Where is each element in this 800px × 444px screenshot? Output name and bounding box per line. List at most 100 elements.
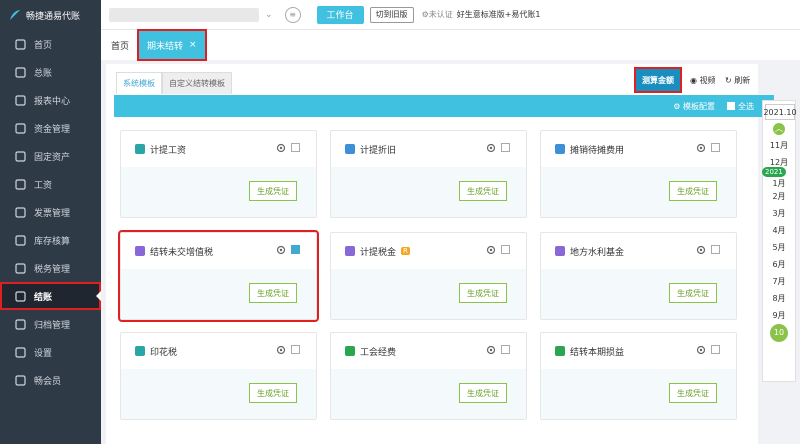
- gear-icon[interactable]: [485, 142, 497, 154]
- generate-voucher-button[interactable]: 生成凭证: [459, 181, 507, 201]
- gear-icon[interactable]: [275, 142, 287, 154]
- tab-period-end[interactable]: 期末结转 ×: [137, 29, 207, 61]
- card-header: 地方水利基金: [541, 233, 736, 269]
- sidebar-item-10[interactable]: 归档管理: [0, 310, 101, 338]
- generate-voucher-button[interactable]: 生成凭证: [669, 283, 717, 303]
- generate-voucher-button[interactable]: 生成凭证: [459, 383, 507, 403]
- auth-status[interactable]: ⚙未认证: [422, 9, 453, 20]
- month-item[interactable]: 9月: [763, 307, 795, 324]
- template-config-link[interactable]: ⚙ 模板配置: [673, 101, 715, 112]
- topbar: ⌄ ≡ 工作台 切到旧版 ⚙未认证 好生意标准版+易代账1: [101, 0, 800, 30]
- card-checkbox[interactable]: [501, 245, 510, 254]
- template-icon: [135, 144, 145, 154]
- sidebar-item-8[interactable]: 税务管理: [0, 254, 101, 282]
- card-checkbox[interactable]: [711, 245, 720, 254]
- card-checkbox[interactable]: [291, 143, 300, 152]
- tab-home[interactable]: 首页: [101, 30, 139, 60]
- menu-icon[interactable]: ≡: [284, 6, 301, 23]
- tab-custom-template[interactable]: 自定义结转模板: [162, 72, 232, 94]
- generate-voucher-button[interactable]: 生成凭证: [249, 383, 297, 403]
- template-icon: [345, 346, 355, 356]
- card-body: 生成凭证: [331, 269, 526, 319]
- gear-icon[interactable]: [695, 244, 707, 256]
- card-body: 生成凭证: [541, 369, 736, 419]
- company-select[interactable]: [109, 7, 259, 22]
- month-label: 7月: [772, 277, 786, 286]
- current-period[interactable]: 2021.10: [763, 104, 797, 120]
- card-checkbox[interactable]: [291, 245, 300, 254]
- month-item[interactable]: 2月: [763, 188, 795, 205]
- generate-voucher-button[interactable]: 生成凭证: [249, 181, 297, 201]
- card-body: 生成凭证: [331, 167, 526, 217]
- month-label: 1月: [772, 179, 786, 188]
- workbench-button[interactable]: 工作台: [316, 5, 364, 24]
- sidebar-item-5[interactable]: 工资: [0, 170, 101, 198]
- switch-old-button[interactable]: 切到旧版: [369, 6, 414, 23]
- month-list: ︿ 11月 12月 2021 1月 2月 3月 4月 5月 6月 7月 8月 9月 10月: [762, 120, 795, 355]
- tab-bar: 首页 期末结转 ×: [101, 29, 800, 61]
- gear-icon[interactable]: [695, 142, 707, 154]
- plan-label: 好生意标准版+易代账1: [456, 10, 541, 19]
- month-label: 9月: [772, 311, 786, 320]
- month-label: 8月: [772, 294, 786, 303]
- ledger-icon: [14, 66, 26, 78]
- gear-icon[interactable]: [275, 244, 287, 256]
- card-title: 计提折旧: [360, 145, 397, 156]
- card-header: 印花税: [121, 333, 316, 369]
- month-item[interactable]: 5月: [763, 239, 795, 256]
- select-all-checkbox[interactable]: [727, 102, 735, 110]
- sidebar-item-3[interactable]: 资金管理: [0, 114, 101, 142]
- refresh-link[interactable]: ↻ 刷新: [725, 75, 750, 86]
- month-label: 12月: [769, 158, 789, 167]
- chevron-down-icon[interactable]: ⌄: [265, 10, 273, 20]
- template-card: 结转未交增值税 生成凭证: [118, 230, 319, 322]
- year-badge: 2021: [762, 167, 786, 177]
- sidebar-item-7[interactable]: 库存核算: [0, 226, 101, 254]
- scroll-up-button[interactable]: ︿: [763, 120, 795, 137]
- gear-icon[interactable]: [485, 344, 497, 356]
- month-item[interactable]: 4月: [763, 222, 795, 239]
- sidebar-item-2[interactable]: 报表中心: [0, 86, 101, 114]
- current-month-item[interactable]: 10月: [763, 324, 795, 355]
- tax-icon: [14, 262, 26, 274]
- sidebar-item-label: 资金管理: [34, 124, 71, 135]
- template-tabs: 系统模板 自定义结转模板: [116, 72, 232, 94]
- sidebar-item-11[interactable]: 设置: [0, 338, 101, 366]
- month-item[interactable]: 6月: [763, 256, 795, 273]
- card-header: 结转本期损益: [541, 333, 736, 369]
- calc-amount-button[interactable]: 测算金额: [634, 67, 682, 93]
- generate-voucher-button[interactable]: 生成凭证: [249, 283, 297, 303]
- month-item[interactable]: 7月: [763, 273, 795, 290]
- gear-icon[interactable]: [485, 244, 497, 256]
- generate-voucher-button[interactable]: 生成凭证: [459, 283, 507, 303]
- month-item[interactable]: 11月: [763, 137, 795, 154]
- gear-icon[interactable]: [695, 344, 707, 356]
- sidebar-item-1[interactable]: 总账: [0, 58, 101, 86]
- card-header: 摊销待摊费用: [541, 131, 736, 167]
- video-link[interactable]: ◉ 视频: [690, 75, 716, 86]
- card-checkbox[interactable]: [501, 345, 510, 354]
- generate-voucher-button[interactable]: 生成凭证: [669, 181, 717, 201]
- gear-icon[interactable]: [275, 344, 287, 356]
- month-label: 6月: [772, 260, 786, 269]
- sidebar-item-0[interactable]: 首页: [0, 30, 101, 58]
- month-item[interactable]: 8月: [763, 290, 795, 307]
- sidebar-item-6[interactable]: 发票管理: [0, 198, 101, 226]
- month-item[interactable]: 2021 1月: [762, 167, 795, 188]
- card-checkbox[interactable]: [711, 143, 720, 152]
- card-checkbox[interactable]: [291, 345, 300, 354]
- sidebar-item-4[interactable]: 固定资产: [0, 142, 101, 170]
- close-icon[interactable]: ×: [189, 40, 197, 50]
- card-body: 生成凭证: [121, 167, 316, 217]
- tab-system-template[interactable]: 系统模板: [116, 72, 162, 94]
- card-checkbox[interactable]: [711, 345, 720, 354]
- month-item[interactable]: 3月: [763, 205, 795, 222]
- sidebar-item-label: 设置: [34, 348, 53, 359]
- sidebar-item-9[interactable]: 结账: [0, 282, 101, 310]
- generate-voucher-button[interactable]: 生成凭证: [669, 383, 717, 403]
- card-title: 结转本期损益: [570, 347, 625, 358]
- card-header: 计提折旧: [331, 131, 526, 167]
- sidebar-nav: 首页 总账 报表中心资金管理固定资产 工资 发票管理 库存核算 税务管理 结账 归档管理设置畅会…: [0, 30, 101, 394]
- sidebar-item-12[interactable]: 畅会员: [0, 366, 101, 394]
- card-checkbox[interactable]: [501, 143, 510, 152]
